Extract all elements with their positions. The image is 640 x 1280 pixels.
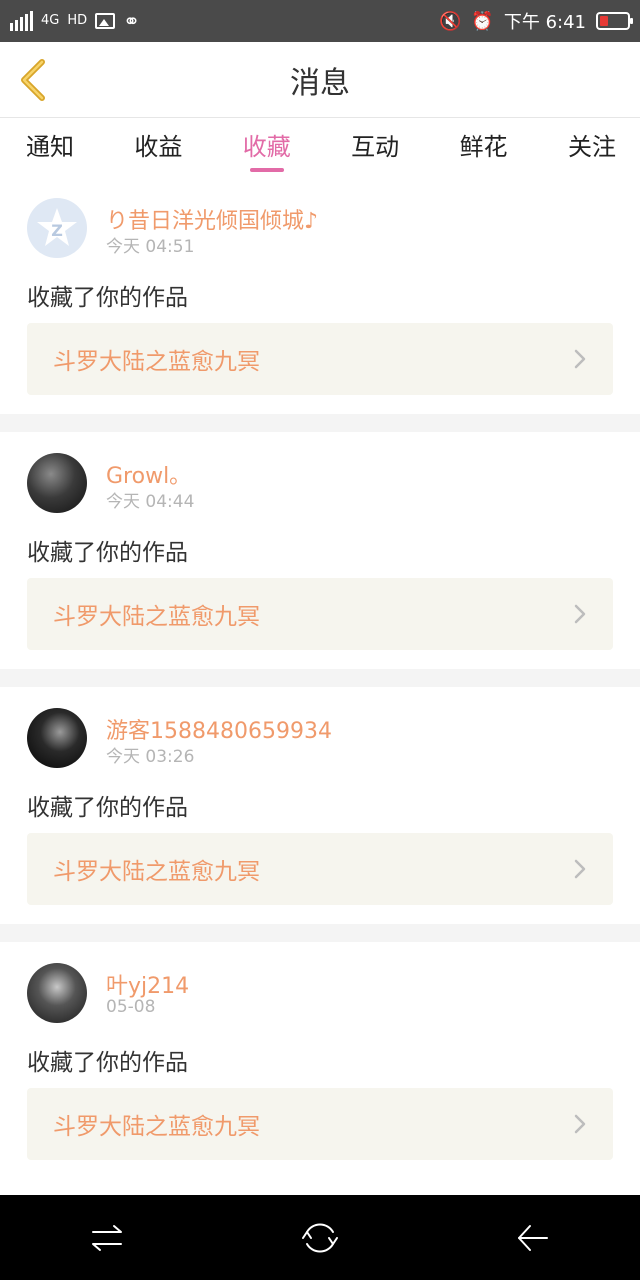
- header: 消息: [0, 42, 640, 118]
- wechat-icon: ⚭: [123, 9, 140, 33]
- system-nav-bar: [0, 1195, 640, 1280]
- tab-bar: 通知 收益 收藏 互动 鲜花 关注: [0, 119, 640, 177]
- work-title: 斗罗大陆之蓝愈九冥: [53, 604, 260, 630]
- menu-switch-icon: [91, 1224, 122, 1251]
- clock-time: 下午 6:41: [503, 12, 586, 33]
- username[interactable]: Growl。: [106, 458, 191, 490]
- divider: [0, 924, 640, 942]
- chevron-left-icon: [21, 59, 45, 101]
- svg-text:Z: Z: [51, 221, 63, 240]
- action-text: 收藏了你的作品: [27, 1050, 188, 1076]
- tab-interactions[interactable]: 互动: [349, 121, 401, 176]
- divider: [0, 669, 640, 687]
- status-bar: 4G HD ⚭ 🔇 ⏰ 下午 6:41: [0, 0, 640, 42]
- avatar[interactable]: [27, 708, 87, 768]
- action-text: 收藏了你的作品: [27, 285, 188, 311]
- username[interactable]: り昔日洋光倾国倾城♪: [106, 203, 318, 235]
- back-nav-button[interactable]: [513, 1218, 553, 1258]
- tab-notifications[interactable]: 通知: [24, 121, 76, 176]
- work-link[interactable]: 斗罗大陆之蓝愈九冥: [27, 578, 613, 650]
- divider: [0, 414, 640, 432]
- chevron-right-icon: [574, 1114, 586, 1134]
- back-arrow-icon: [518, 1224, 549, 1251]
- list-item: 叶yj214 05-08 收藏了你的作品 斗罗大陆之蓝愈九冥: [0, 942, 640, 1179]
- home-button[interactable]: [300, 1218, 340, 1258]
- network-type: 4G: [41, 13, 60, 28]
- work-link[interactable]: 斗罗大陆之蓝愈九冥: [27, 833, 613, 905]
- timestamp: 今天 03:26: [106, 747, 195, 767]
- message-list: Z り昔日洋光倾国倾城♪ 今天 04:51 收藏了你的作品 斗罗大陆之蓝愈九冥 …: [0, 177, 640, 1179]
- list-item: Growl。 今天 04:44 收藏了你的作品 斗罗大陆之蓝愈九冥: [0, 432, 640, 669]
- action-text: 收藏了你的作品: [27, 540, 188, 566]
- tab-favorites[interactable]: 收藏: [241, 121, 293, 176]
- work-title: 斗罗大陆之蓝愈九冥: [53, 349, 260, 375]
- work-link[interactable]: 斗罗大陆之蓝愈九冥: [27, 323, 613, 395]
- work-title: 斗罗大陆之蓝愈九冥: [53, 1114, 260, 1140]
- list-item: 游客1588480659934 今天 03:26 收藏了你的作品 斗罗大陆之蓝愈…: [0, 687, 640, 924]
- back-button[interactable]: [14, 56, 54, 104]
- mute-icon: 🔇: [439, 10, 462, 32]
- timestamp: 今天 04:51: [106, 237, 195, 257]
- action-text: 收藏了你的作品: [27, 795, 188, 821]
- chevron-right-icon: [574, 604, 586, 624]
- recent-apps-button[interactable]: [87, 1218, 127, 1258]
- avatar[interactable]: Z: [27, 198, 87, 258]
- alarm-icon: ⏰: [471, 10, 494, 32]
- hd-indicator: HD: [67, 13, 88, 28]
- chevron-right-icon: [574, 859, 586, 879]
- username[interactable]: 叶yj214: [106, 968, 189, 1000]
- home-icon: [301, 1222, 338, 1253]
- list-item: Z り昔日洋光倾国倾城♪ 今天 04:51 收藏了你的作品 斗罗大陆之蓝愈九冥: [0, 177, 640, 414]
- chevron-right-icon: [574, 349, 586, 369]
- signal-icon: [10, 11, 33, 31]
- page-title: 消息: [290, 65, 350, 101]
- image-notification-icon: [95, 13, 116, 29]
- tab-earnings[interactable]: 收益: [132, 121, 184, 176]
- work-title: 斗罗大陆之蓝愈九冥: [53, 859, 260, 885]
- work-link[interactable]: 斗罗大陆之蓝愈九冥: [27, 1088, 613, 1160]
- tab-follows[interactable]: 关注: [566, 121, 618, 176]
- timestamp: 05-08: [106, 997, 156, 1017]
- timestamp: 今天 04:44: [106, 492, 195, 512]
- username[interactable]: 游客1588480659934: [106, 713, 332, 745]
- avatar[interactable]: [27, 453, 87, 513]
- avatar[interactable]: [27, 963, 87, 1023]
- default-avatar-icon: Z: [37, 208, 77, 246]
- battery-icon: [596, 12, 633, 30]
- tab-flowers[interactable]: 鲜花: [458, 121, 510, 176]
